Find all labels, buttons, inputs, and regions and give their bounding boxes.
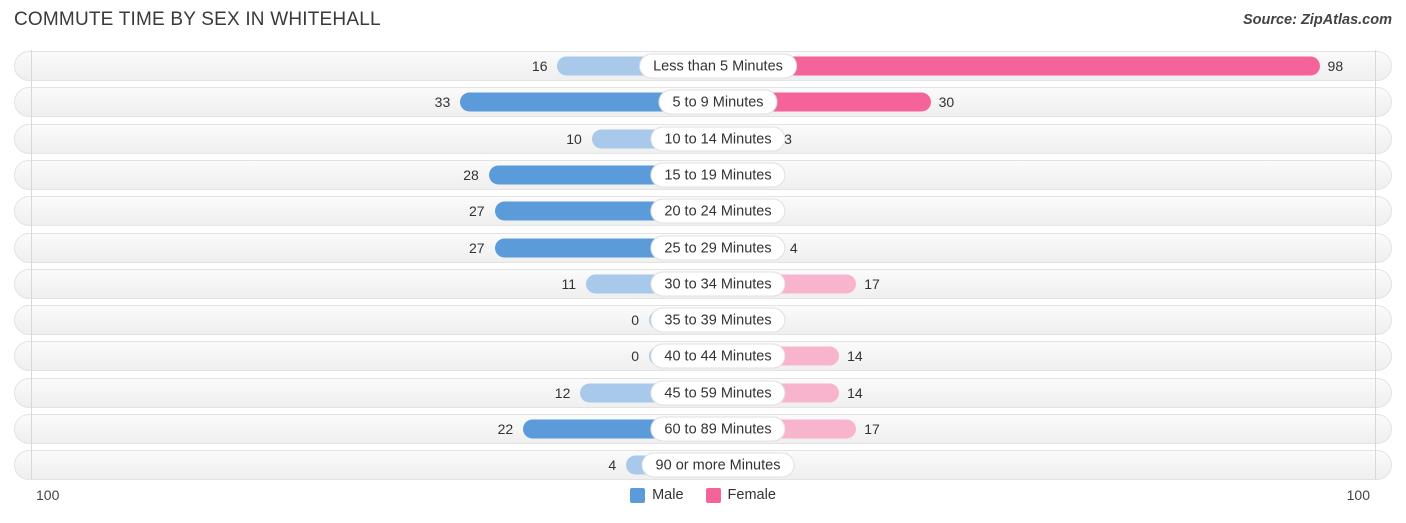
table-row[interactable]: 22 17 60 to 89 Minutes [14,414,1392,444]
table-row[interactable]: 27 4 25 to 29 Minutes [14,232,1392,263]
chart-legend: Male Female [0,487,1406,503]
row-inner: 0 14 40 to 44 Minutes [15,342,1391,370]
value-label-female: 98 [1327,58,1344,74]
value-label-male: 0 [631,348,639,365]
value-label-male: 22 [497,421,514,437]
row-inner: 12 14 45 to 59 Minutes [15,379,1391,407]
chart-footer: 100 100 Male Female [0,483,1406,523]
value-label-female: 17 [864,275,880,292]
row-inner: 28015 to 19 Minutes [15,161,1391,189]
chart-plot-area: 16 98 Less than 5 Minutes 33 30 5 to 9 Minute… [0,42,1406,483]
value-label-male: 4 [608,457,617,474]
category-label: 10 to 14 Minutes [650,126,786,152]
row-inner: 16 98 Less than 5 Minutes [15,52,1391,80]
category-label: 25 to 29 Minutes [650,235,786,260]
category-label: 90 or more Minutes [641,452,795,478]
legend-label: Female [727,487,776,503]
table-row[interactable]: 11 17 30 to 34 Minutes [14,268,1392,299]
category-label: 45 to 59 Minutes [650,380,786,406]
page-title: COMMUTE TIME BY SEX IN WHITEHALL [14,9,381,30]
row-inner: 22 17 60 to 89 Minutes [15,415,1391,443]
legend-swatch-icon [705,487,721,503]
row-inner: 0035 to 39 Minutes [15,306,1391,334]
row-inner: 27020 to 24 Minutes [15,197,1391,225]
category-label: 5 to 9 Minutes [658,89,778,115]
table-row[interactable]: 28015 to 19 Minutes [14,159,1392,190]
legend-item-male[interactable]: Male [630,487,684,503]
category-label: 40 to 44 Minutes [650,343,786,369]
value-label-male: 11 [561,275,577,292]
value-label-female: 30 [938,94,955,111]
value-label-male: 16 [531,58,548,74]
value-label-female: 4 [789,239,798,256]
row-inner: 4090 or more Minutes [15,451,1391,479]
value-label-male: 28 [463,166,479,183]
chart-rows: 16 98 Less than 5 Minutes 33 30 5 to 9 Minute… [0,42,1406,483]
row-inner: 27 4 25 to 29 Minutes [15,234,1391,262]
value-label-male: 10 [566,130,582,147]
row-inner: 11 17 30 to 34 Minutes [15,270,1391,298]
value-label-male: 12 [554,384,571,401]
table-row[interactable]: 16 98 Less than 5 Minutes [14,51,1392,81]
value-label-male: 27 [468,203,485,220]
value-label-female: 17 [864,421,880,437]
legend-item-female[interactable]: Female [705,487,776,503]
category-label: 60 to 89 Minutes [650,416,786,442]
table-row[interactable]: 0 14 40 to 44 Minutes [14,341,1392,372]
value-label-female: 14 [847,348,863,365]
value-label-male: 33 [434,94,451,111]
category-label: 35 to 39 Minutes [650,307,786,333]
legend-swatch-icon [630,487,646,503]
row-inner: 10 3 10 to 14 Minutes [15,125,1391,153]
table-row[interactable]: 0035 to 39 Minutes [14,305,1392,336]
table-row[interactable]: 4090 or more Minutes [14,450,1392,481]
table-row[interactable]: 33 30 5 to 9 Minutes [14,87,1392,118]
value-label-female: 14 [847,384,863,401]
row-inner: 33 30 5 to 9 Minutes [15,88,1391,116]
category-label: 30 to 34 Minutes [650,271,786,297]
category-label: 15 to 19 Minutes [650,162,786,188]
chart-header: COMMUTE TIME BY SEX IN WHITEHALL Source:… [0,0,1406,42]
table-row[interactable]: 12 14 45 to 59 Minutes [14,377,1392,408]
value-label-male: 0 [631,312,639,329]
source-attribution: Source: ZipAtlas.com [1242,12,1392,28]
category-label: 20 to 24 Minutes [650,198,786,224]
table-row[interactable]: 10 3 10 to 14 Minutes [14,123,1392,154]
table-row[interactable]: 27020 to 24 Minutes [14,196,1392,227]
legend-label: Male [652,487,684,503]
value-label-male: 27 [468,239,485,256]
category-label: Less than 5 Minutes [639,53,797,79]
